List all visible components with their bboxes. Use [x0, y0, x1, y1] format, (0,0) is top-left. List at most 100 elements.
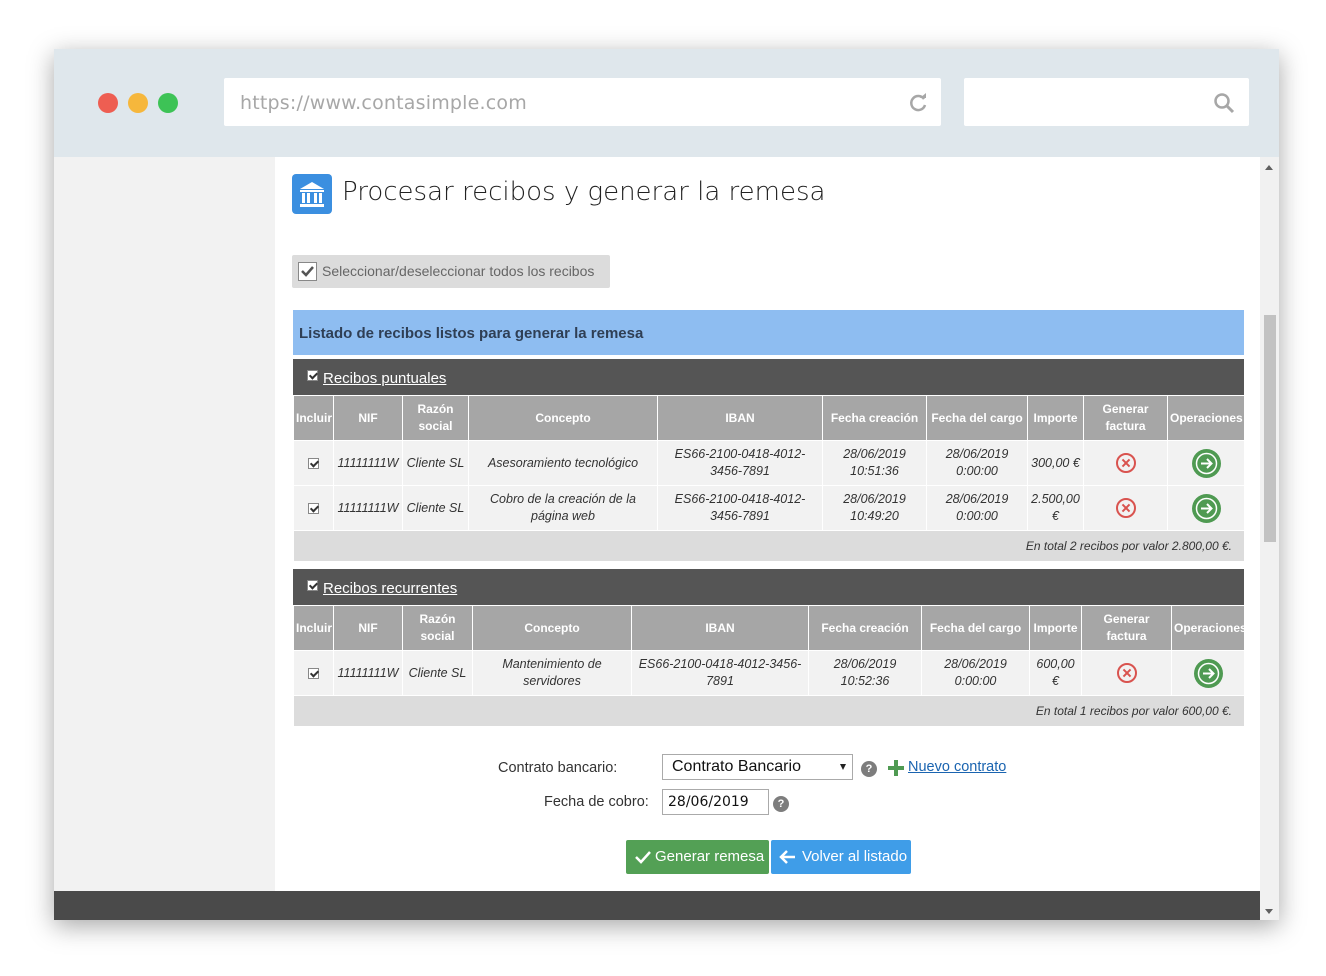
generate-remittance-label: Generar remesa: [655, 848, 765, 865]
column-header: Incluir: [293, 605, 334, 651]
column-header: Razón social: [402, 605, 473, 651]
include-cell: [293, 650, 334, 696]
main-content: Procesar recibos y generar la remesa Sel…: [275, 157, 1258, 891]
nif-cell: 11111111W: [333, 485, 403, 531]
select-all-toggle[interactable]: Seleccionar/deseleccionar todos los reci…: [292, 255, 610, 288]
column-header: Operaciones: [1167, 395, 1245, 441]
section-title-recurrentes[interactable]: Recibos recurrentes: [323, 580, 457, 597]
nif-cell: 11111111W: [333, 650, 403, 696]
select-all-label: Seleccionar/deseleccionar todos los reci…: [322, 263, 595, 279]
new-contract-link[interactable]: Nuevo contrato: [908, 759, 1006, 775]
column-header: Fecha creación: [822, 395, 927, 441]
column-header: Fecha creación: [808, 605, 922, 651]
arrow-right-icon[interactable]: [1191, 448, 1221, 478]
section-title-puntuales[interactable]: Recibos puntuales: [323, 370, 446, 387]
fecha-creacion-cell: 28/06/2019 10:51:36: [822, 440, 927, 486]
back-to-list-label: Volver al listado: [802, 848, 908, 865]
window-minimize-dot[interactable]: [128, 93, 148, 113]
importe-cell: 2.500,00 €: [1027, 485, 1084, 531]
search-icon[interactable]: [1213, 92, 1235, 119]
fecha-cargo-cell: 28/06/2019 0:00:00: [926, 440, 1028, 486]
section-header-recurrentes: Recibos recurrentes: [293, 569, 1244, 605]
column-header: Incluir: [293, 395, 334, 441]
generar-factura-cell: [1081, 650, 1172, 696]
remove-icon[interactable]: [1115, 453, 1136, 473]
fecha-cargo-cell: 28/06/2019 0:00:00: [921, 650, 1030, 696]
concepto-cell: Asesoramiento tecnológico: [468, 440, 658, 486]
help-icon[interactable]: ?: [861, 761, 877, 777]
iban-cell: ES66-2100-0418-4012-3456-7891: [631, 650, 809, 696]
browser-search-box[interactable]: [964, 78, 1249, 126]
iban-cell: ES66-2100-0418-4012-3456-7891: [657, 440, 823, 486]
column-header: Importe: [1027, 395, 1084, 441]
column-header: Generar factura: [1081, 605, 1172, 651]
operaciones-cell: [1167, 440, 1245, 486]
table-header-row: Incluir NIF Razón social Concepto IBAN F…: [293, 395, 1245, 441]
address-bar[interactable]: https://www.contasimple.com: [224, 78, 941, 126]
contrato-select[interactable]: Contrato Bancario: [662, 754, 853, 780]
select-all-checkbox[interactable]: [298, 262, 317, 281]
column-header: NIF: [333, 605, 403, 651]
column-header: Fecha del cargo: [926, 395, 1028, 441]
fecha-cobro-input[interactable]: 28/06/2019: [662, 789, 769, 815]
include-checkbox[interactable]: [308, 502, 319, 514]
total-text: En total 1 recibos por valor 600,00 €.: [293, 695, 1245, 727]
fecha-cargo-cell: 28/06/2019 0:00:00: [926, 485, 1028, 531]
page-title: Procesar recibos y generar la remesa: [342, 177, 826, 207]
table-row: 11111111W Cliente SL Mantenimiento de se…: [293, 650, 1245, 696]
column-header: Concepto: [472, 605, 632, 651]
razon-cell: Cliente SL: [402, 650, 473, 696]
generate-remittance-button[interactable]: Generar remesa: [626, 840, 769, 874]
scroll-up-arrow[interactable]: [1265, 165, 1273, 170]
total-row: En total 2 recibos por valor 2.800,00 €.: [293, 530, 1245, 562]
check-icon: [635, 851, 651, 864]
include-cell: [293, 440, 334, 486]
vertical-scrollbar[interactable]: [1260, 157, 1279, 920]
table-row: 11111111W Cliente SL Cobro de la creació…: [293, 485, 1245, 531]
remove-icon[interactable]: [1115, 498, 1136, 518]
receipts-table-puntuales: Incluir NIF Razón social Concepto IBAN F…: [293, 395, 1245, 562]
column-header: Fecha del cargo: [921, 605, 1030, 651]
help-icon[interactable]: ?: [773, 796, 789, 812]
remove-icon[interactable]: [1116, 663, 1137, 683]
chevron-down-icon: [840, 764, 846, 770]
fecha-creacion-cell: 28/06/2019 10:52:36: [808, 650, 922, 696]
contrato-select-value: Contrato Bancario: [672, 758, 801, 775]
nif-cell: 11111111W: [333, 440, 403, 486]
back-to-list-button[interactable]: Volver al listado: [771, 840, 911, 874]
section-checkbox-recurrentes[interactable]: [307, 580, 318, 591]
section-checkbox-puntuales[interactable]: [307, 370, 318, 381]
window-maximize-dot[interactable]: [158, 93, 178, 113]
operaciones-cell: [1171, 650, 1245, 696]
list-header-label: Listado de recibos listos para generar l…: [299, 325, 644, 342]
include-checkbox[interactable]: [308, 457, 319, 469]
section-header-puntuales: Recibos puntuales: [293, 359, 1244, 395]
total-row: En total 1 recibos por valor 600,00 €.: [293, 695, 1245, 727]
receipts-table-recurrentes: Incluir NIF Razón social Concepto IBAN F…: [293, 605, 1247, 727]
importe-cell: 600,00 €: [1029, 650, 1082, 696]
page-footer: [54, 891, 1260, 920]
include-cell: [293, 485, 334, 531]
include-checkbox[interactable]: [308, 667, 319, 679]
arrow-right-icon[interactable]: [1193, 658, 1223, 688]
scroll-down-arrow[interactable]: [1265, 909, 1273, 914]
arrow-left-icon: [779, 850, 795, 864]
column-header: Importe: [1029, 605, 1082, 651]
window-close-dot[interactable]: [98, 93, 118, 113]
column-header: Operaciones: [1171, 605, 1247, 651]
razon-cell: Cliente SL: [402, 485, 469, 531]
plus-icon[interactable]: [888, 760, 904, 776]
reload-icon[interactable]: [907, 92, 929, 119]
browser-chrome: https://www.contasimple.com: [54, 49, 1279, 157]
table-header-row: Incluir NIF Razón social Concepto IBAN F…: [293, 605, 1247, 651]
arrow-right-icon[interactable]: [1191, 493, 1221, 523]
total-text: En total 2 recibos por valor 2.800,00 €.: [293, 530, 1245, 562]
fecha-creacion-cell: 28/06/2019 10:49:20: [822, 485, 927, 531]
importe-cell: 300,00 €: [1027, 440, 1084, 486]
column-header: Razón social: [402, 395, 469, 441]
address-url: https://www.contasimple.com: [240, 92, 527, 114]
generar-factura-cell: [1083, 485, 1168, 531]
bank-icon: [292, 174, 332, 214]
scrollbar-thumb[interactable]: [1264, 315, 1276, 542]
left-sidebar: [54, 157, 275, 891]
